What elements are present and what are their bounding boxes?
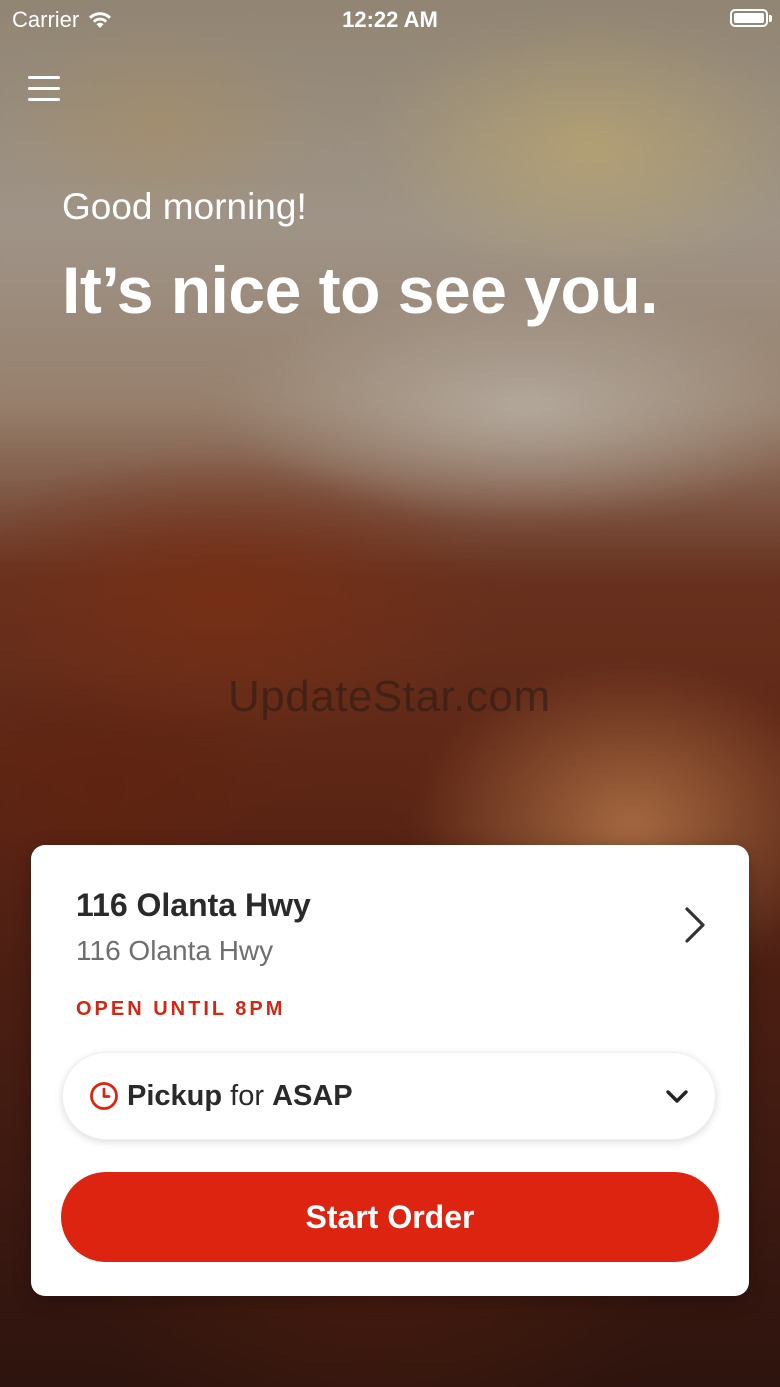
order-mode-label: Pickup	[127, 1079, 223, 1112]
order-card: 116 Olanta Hwy 116 Olanta Hwy OPEN UNTIL…	[31, 845, 749, 1296]
battery-icon	[730, 9, 772, 27]
greeting-text: Good morning!	[62, 186, 307, 227]
headline-text: It’s nice to see you.	[62, 253, 658, 327]
home-screen: UpdateStar.com Carrier 12:22 AM Good mor…	[0, 0, 780, 1387]
start-order-button[interactable]: Start Order	[61, 1172, 719, 1262]
menu-line	[28, 75, 60, 79]
store-address[interactable]: 116 Olanta Hwy	[76, 935, 273, 967]
status-bar: Carrier 12:22 AM	[0, 0, 780, 40]
menu-line	[28, 97, 60, 101]
chevron-down-icon	[666, 1090, 688, 1103]
clock-icon	[90, 1082, 118, 1110]
menu-line	[28, 86, 60, 90]
watermark-text: UpdateStar.com	[228, 672, 551, 721]
order-time-label: ASAP	[272, 1079, 353, 1112]
chevron-right-icon[interactable]	[681, 905, 709, 945]
store-hours-status: OPEN UNTIL 8PM	[76, 998, 286, 1020]
pickup-time-selector[interactable]: Pickup for ASAP	[62, 1052, 716, 1140]
store-name[interactable]: 116 Olanta Hwy	[76, 887, 311, 924]
status-time: 12:22 AM	[342, 7, 438, 32]
pickup-summary: Pickup for ASAP	[127, 1080, 353, 1113]
order-connector-label: for	[230, 1079, 264, 1112]
hamburger-menu-icon[interactable]	[28, 70, 64, 106]
